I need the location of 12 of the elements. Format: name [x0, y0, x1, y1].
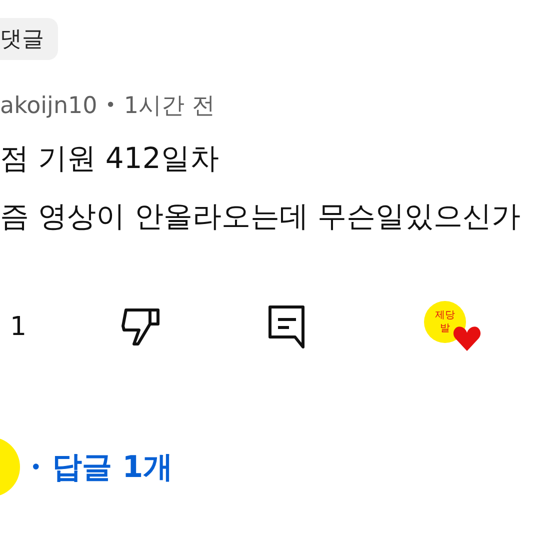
- replies-link[interactable]: 답글 1개: [52, 446, 174, 488]
- like-count: 1: [10, 312, 28, 342]
- separator-dot: •: [30, 455, 42, 479]
- comment-text: 즘 영상이 안올라오는데 무슨일있으신가: [0, 198, 522, 235]
- comment-text: 점 기원 412일차: [0, 140, 220, 177]
- comment-time: 1시간 전: [124, 92, 215, 121]
- separator-dot: •: [105, 95, 116, 116]
- dislike-icon[interactable]: [120, 306, 162, 348]
- comments-chip[interactable]: 댓글: [0, 18, 58, 60]
- reply-icon[interactable]: [268, 305, 306, 349]
- creator-avatar: 제당 발: [424, 301, 466, 343]
- author-name[interactable]: akoijn10: [0, 92, 98, 118]
